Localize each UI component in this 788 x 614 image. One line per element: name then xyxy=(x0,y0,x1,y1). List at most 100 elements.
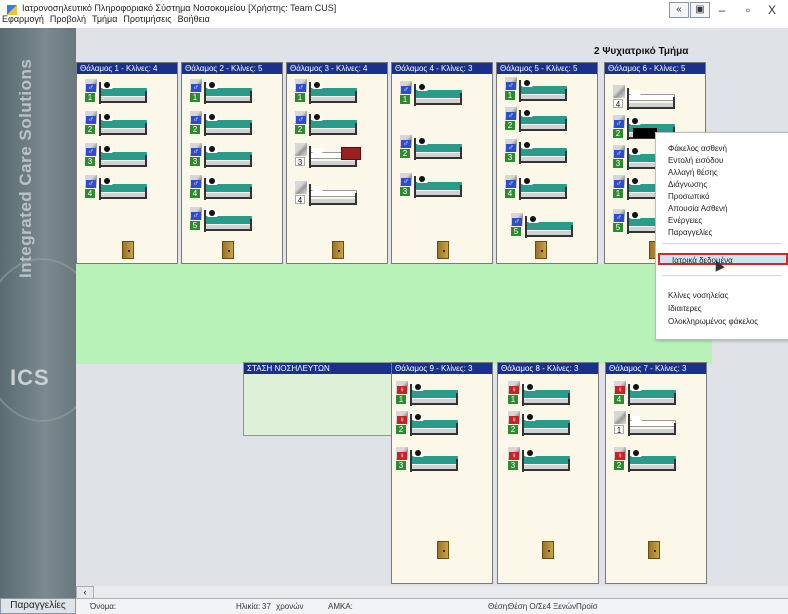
bed[interactable]: ♀ 3 xyxy=(396,447,460,473)
male-icon: ♂ xyxy=(296,83,306,92)
bed[interactable]: ♂ 4 xyxy=(505,175,569,201)
menu-item-specialties[interactable]: Ιδιαιτερες xyxy=(656,303,788,315)
patient-head-icon xyxy=(524,142,530,148)
toolbar-window-button[interactable]: ▣ xyxy=(690,2,710,18)
bed-number: 1 xyxy=(614,425,624,435)
redacted-block xyxy=(633,128,657,138)
bed[interactable]: ♂ 5 xyxy=(190,207,254,233)
toolbar-back-button[interactable]: « xyxy=(669,2,689,18)
bed[interactable]: ♂ 1 xyxy=(295,79,359,105)
bed-mattress xyxy=(309,120,357,128)
bed[interactable]: 4 xyxy=(295,181,359,207)
bed-tag-icon xyxy=(295,181,307,194)
menu-item-patient-absence[interactable]: Απουσία Ασθενή xyxy=(656,203,788,215)
brand-panel: Integrated Care Solutions ICS xyxy=(0,28,76,598)
bed-mattress xyxy=(628,390,676,398)
minimize-button[interactable]: – xyxy=(712,3,732,17)
bed[interactable]: ♂ 3 xyxy=(190,143,254,169)
logo-curve xyxy=(0,258,76,422)
bed[interactable]: ♂ 4 xyxy=(190,175,254,201)
room-1[interactable]: Θάλαμος 1 - Κλίνες: 4 ♂ 1 ♂ 2 ♂ 3 ♂ 4 xyxy=(76,62,178,264)
female-icon: ♀ xyxy=(397,451,407,460)
bed-base xyxy=(414,103,462,105)
menu-bar: Εφαρμογή Προβολή Τμήμα Προτιμήσεις Βοήθε… xyxy=(2,14,210,26)
bed[interactable]: ♂ 4 xyxy=(85,175,149,201)
maximize-button[interactable]: ▫ xyxy=(738,3,758,17)
male-icon: ♂ xyxy=(614,149,624,158)
female-icon: ♀ xyxy=(615,451,625,460)
bed-mattress xyxy=(204,152,252,160)
room-header: Θάλαμος 1 - Κλίνες: 4 xyxy=(77,63,177,74)
room-9[interactable]: Θάλαμος 9 - Κλίνες: 3 ♀ 1 ♀ 2 ♀ 3 xyxy=(391,362,493,584)
menu-item-actions[interactable]: Ενέργειες xyxy=(656,215,788,227)
menu-item-staff[interactable]: Προσωπικό xyxy=(656,191,788,203)
bed[interactable]: ♂ 5 xyxy=(511,213,575,239)
bed[interactable]: ♂ 3 xyxy=(85,143,149,169)
bed-number: 2 xyxy=(396,425,406,434)
bed-base xyxy=(628,403,676,405)
room-8[interactable]: Θάλαμος 8 - Κλίνες: 3 ♀ 1 ♀ 2 ♀ 3 xyxy=(497,362,599,584)
bed[interactable]: ♂ 2 xyxy=(505,107,569,133)
bed[interactable]: ♂ 2 xyxy=(295,111,359,137)
room-4[interactable]: Θάλαμος 4 - Κλίνες: 3 ♂ 1 ♂ 2 ♂ 3 xyxy=(391,62,493,264)
nurses-station[interactable]: ΣΤΑΣΗ ΝΟΣΗΛΕΥΤΩΝ xyxy=(243,362,393,436)
menu-item-care-beds[interactable]: Κλίνες νοσηλείας xyxy=(656,290,788,302)
patient-head-icon xyxy=(419,138,425,144)
bed[interactable]: ♀ 1 xyxy=(508,381,572,407)
close-button[interactable]: X xyxy=(762,3,782,17)
bed[interactable]: ♂ 1 xyxy=(505,77,569,103)
bed-base xyxy=(309,101,357,103)
menu-item-patient-file[interactable]: Φάκελος ασθενή xyxy=(656,143,788,155)
menu-item-diagnoses[interactable]: Διάγνωσης xyxy=(656,179,788,191)
bed-number: 3 xyxy=(613,159,623,168)
door-icon xyxy=(332,241,344,259)
bed[interactable]: ♀ 4 xyxy=(614,381,678,407)
bed[interactable]: ♀ 3 xyxy=(508,447,572,473)
menu-item-admission-order[interactable]: Εντολή εισόδου xyxy=(656,155,788,167)
menu-item-change-position[interactable]: Αλλαγή θέσης xyxy=(656,167,788,179)
bed[interactable]: ♀ 2 xyxy=(614,447,678,473)
bed[interactable]: ♂ 1 xyxy=(85,79,149,105)
patient-head-icon xyxy=(209,146,215,152)
menu-item-orders[interactable]: Παραγγελίες xyxy=(656,227,788,239)
bed[interactable]: ♂ 2 xyxy=(85,111,149,137)
orders-button[interactable]: Παραγγελίες xyxy=(0,598,76,614)
bed[interactable]: ♀ 2 xyxy=(396,411,460,437)
menu-application[interactable]: Εφαρμογή xyxy=(2,14,44,26)
bed[interactable]: 4 xyxy=(613,85,677,111)
bed-number: 4 xyxy=(613,99,623,109)
menu-help[interactable]: Βοήθεια xyxy=(178,14,210,26)
menu-preferences[interactable]: Προτιμήσεις xyxy=(123,14,171,26)
nurses-station-label: ΣΤΑΣΗ ΝΟΣΗΛΕΥΤΩΝ xyxy=(244,363,392,374)
age-unit: χρονών xyxy=(276,602,304,611)
bed-number: 1 xyxy=(508,395,518,404)
bed-mattress xyxy=(410,420,458,428)
bed-number: 3 xyxy=(190,157,200,166)
menu-item-complete-file[interactable]: Ολοκληρωμένος φάκελος xyxy=(656,316,788,328)
bed[interactable]: ♂ 1 xyxy=(190,79,254,105)
bed[interactable]: ♂ 2 xyxy=(190,111,254,137)
bed-mattress xyxy=(628,456,676,464)
bed-base xyxy=(522,469,570,471)
bed[interactable]: 1 xyxy=(614,411,678,437)
bed[interactable]: ♂ 1 xyxy=(400,81,464,107)
bed[interactable]: ♀ 2 xyxy=(508,411,572,437)
menu-view[interactable]: Προβολή xyxy=(50,14,86,26)
bed[interactable]: ♂ 2 xyxy=(400,135,464,161)
patient-head-icon xyxy=(419,176,425,182)
room-7[interactable]: Θάλαμος 7 - Κλίνες: 3 ♀ 4 1 ♀ 2 xyxy=(605,362,707,584)
menu-department[interactable]: Τμήμα xyxy=(92,14,117,26)
male-icon: ♂ xyxy=(191,147,201,156)
bed[interactable]: ♂ 3 xyxy=(505,139,569,165)
bed-mattress xyxy=(627,94,675,101)
room-3[interactable]: Θάλαμος 3 - Κλίνες: 4 ♂ 1 ♂ 2 3 4 xyxy=(286,62,388,264)
male-icon: ♂ xyxy=(86,147,96,156)
room-5[interactable]: Θάλαμος 5 - Κλίνες: 5 ♂ 1 ♂ 2 ♂ 3 ♂ 4 ♂ 5 xyxy=(496,62,598,264)
bed-number: 1 xyxy=(85,93,95,102)
bed-number: 4 xyxy=(190,189,200,198)
bed[interactable]: ♂ 3 xyxy=(400,173,464,199)
bed[interactable]: ♀ 1 xyxy=(396,381,460,407)
room-2[interactable]: Θάλαμος 2 - Κλίνες: 5 ♂ 1 ♂ 2 ♂ 3 ♂ 4 ♂ 5 xyxy=(181,62,283,264)
door-icon xyxy=(122,241,134,259)
bed-number: 4 xyxy=(614,395,624,404)
